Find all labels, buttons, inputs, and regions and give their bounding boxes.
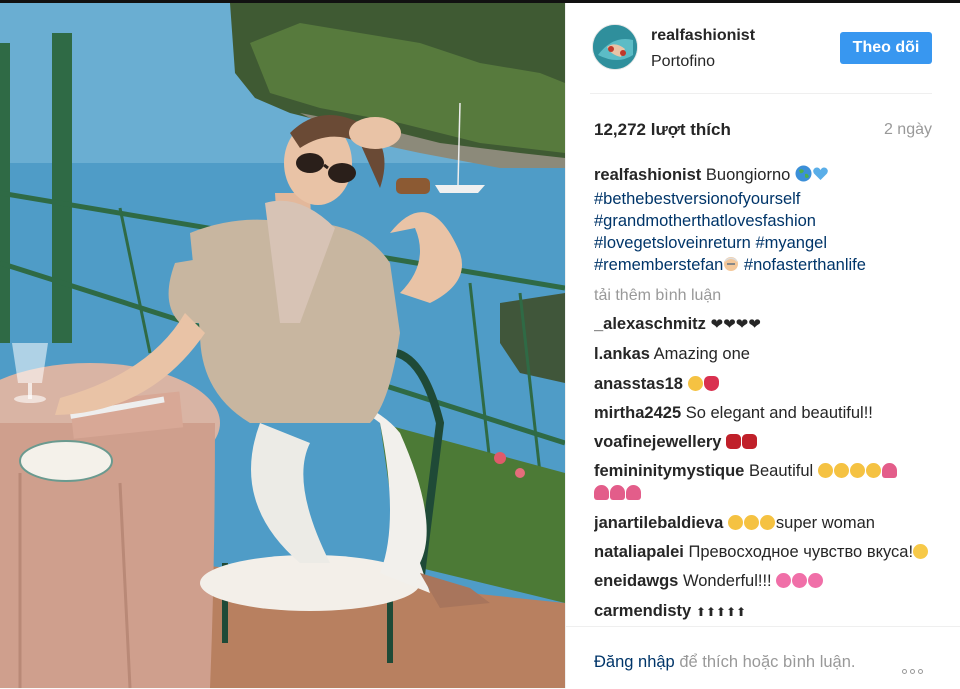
hashtag[interactable]: #myangel: [755, 234, 827, 252]
login-prompt-text: để thích hoặc bình luận.: [674, 653, 856, 671]
tulip-icon: [610, 485, 625, 501]
sparkling-heart-icon: [792, 573, 808, 589]
old-man-icon: [723, 256, 739, 278]
heart-eyes-icon: [743, 514, 759, 530]
hashtag[interactable]: #rememberstefan: [594, 256, 723, 274]
likes-count[interactable]: 12,272 lượt thích: [594, 120, 731, 140]
dancer-icon: [742, 434, 758, 450]
comment-text: Beautiful: [748, 462, 814, 481]
header-username[interactable]: realfashionist: [651, 27, 755, 45]
follow-button[interactable]: Theo dõi: [840, 32, 932, 64]
login-prompt: Đăng nhập để thích hoặc bình luận.: [594, 652, 874, 673]
comment: l.ankas Amazing one: [594, 343, 934, 365]
comment: mirtha2425 So elegant and beautiful!!: [594, 402, 934, 424]
comment-username[interactable]: femininitymystique: [594, 462, 744, 480]
comment-text: Amazing one: [653, 345, 750, 364]
hashtag[interactable]: #lovegetsloveinreturn: [594, 234, 751, 252]
sun-icon: [913, 544, 929, 560]
heart-eyes-icon: [865, 463, 881, 479]
comment-username[interactable]: janartilebaldieva: [594, 514, 723, 532]
hashtag[interactable]: #nofasterthanlife: [744, 256, 866, 274]
comment: eneidawgs Wonderful!!!: [594, 570, 934, 592]
hearts-icon: ❤❤❤❤: [710, 316, 761, 333]
comment: nataliapalei Превосходное чувство вкуса!: [594, 541, 934, 563]
sparkling-heart-icon: [776, 573, 792, 589]
header-divider: [590, 93, 932, 94]
tulip-icon: [626, 485, 641, 501]
comment-username[interactable]: voafinejewellery: [594, 433, 721, 451]
top-arrow-icon: ⬆⬆⬆⬆⬆: [695, 604, 747, 619]
post-header: realfashionist Portofino Theo dõi: [566, 3, 960, 95]
avatar[interactable]: [592, 24, 638, 70]
post-time[interactable]: 2 ngày: [884, 121, 932, 139]
comment-text: Превосходное чувство вкуса!: [688, 543, 914, 562]
comment-username[interactable]: carmendisty: [594, 602, 691, 620]
caption-text: Buongiorno: [705, 166, 791, 184]
comment-username[interactable]: anasstas18: [594, 375, 683, 393]
header-location[interactable]: Portofino: [651, 53, 715, 71]
comments-list: realfashionist Buongiorno #bethebestvers…: [594, 164, 934, 627]
load-more-comments[interactable]: tải thêm bình luận: [594, 285, 934, 307]
avatar-image: [593, 25, 637, 69]
heart-eyes-icon: [727, 514, 743, 530]
heart-eyes-icon: [817, 463, 833, 479]
photo-illustration: [0, 3, 565, 688]
comment-username[interactable]: nataliapalei: [594, 543, 684, 561]
hashtag[interactable]: #bethebestversionofyourself: [594, 190, 800, 208]
comment-username[interactable]: eneidawgs: [594, 572, 678, 590]
more-options-icon[interactable]: [902, 661, 934, 674]
globe-icon: [795, 165, 812, 188]
post-photo[interactable]: [0, 3, 565, 688]
post-stats: 12,272 lượt thích 2 ngày: [594, 120, 932, 142]
comment-username[interactable]: mirtha2425: [594, 404, 681, 422]
comment: janartilebaldieva super woman: [594, 512, 934, 534]
comment: femininitymystique Beautiful: [594, 460, 934, 504]
heart-eyes-cat-icon: [687, 375, 703, 391]
post-footer: Đăng nhập để thích hoặc bình luận.: [566, 626, 960, 689]
tulip-icon: [594, 485, 609, 501]
heart-eyes-icon: [759, 514, 775, 530]
kiss-mark-icon: [703, 375, 719, 391]
comment: voafinejewellery: [594, 431, 934, 453]
caption-username[interactable]: realfashionist: [594, 166, 701, 184]
hashtag[interactable]: #grandmotherthatlovesfashion: [594, 212, 816, 230]
blue-heart-icon: [812, 165, 829, 188]
comment-text: Wonderful!!!: [682, 572, 772, 591]
post-side-panel: realfashionist Portofino Theo dõi 12,272…: [565, 3, 960, 689]
heart-eyes-icon: [833, 463, 849, 479]
comment-text: So elegant and beautiful!!: [685, 403, 873, 422]
comment-text: super woman: [775, 513, 875, 532]
caption: realfashionist Buongiorno #bethebestvers…: [594, 164, 934, 278]
comment-username[interactable]: l.ankas: [594, 345, 650, 363]
tulip-icon: [881, 463, 897, 479]
comment: carmendisty ⬆⬆⬆⬆⬆: [594, 600, 934, 623]
dancer-icon: [726, 434, 742, 450]
comment-username[interactable]: _alexaschmitz: [594, 315, 706, 333]
comment: anasstas18: [594, 373, 934, 395]
comment: _alexaschmitz ❤❤❤❤: [594, 313, 934, 336]
sparkling-heart-icon: [808, 573, 824, 589]
heart-eyes-icon: [849, 463, 865, 479]
login-link[interactable]: Đăng nhập: [594, 653, 675, 671]
